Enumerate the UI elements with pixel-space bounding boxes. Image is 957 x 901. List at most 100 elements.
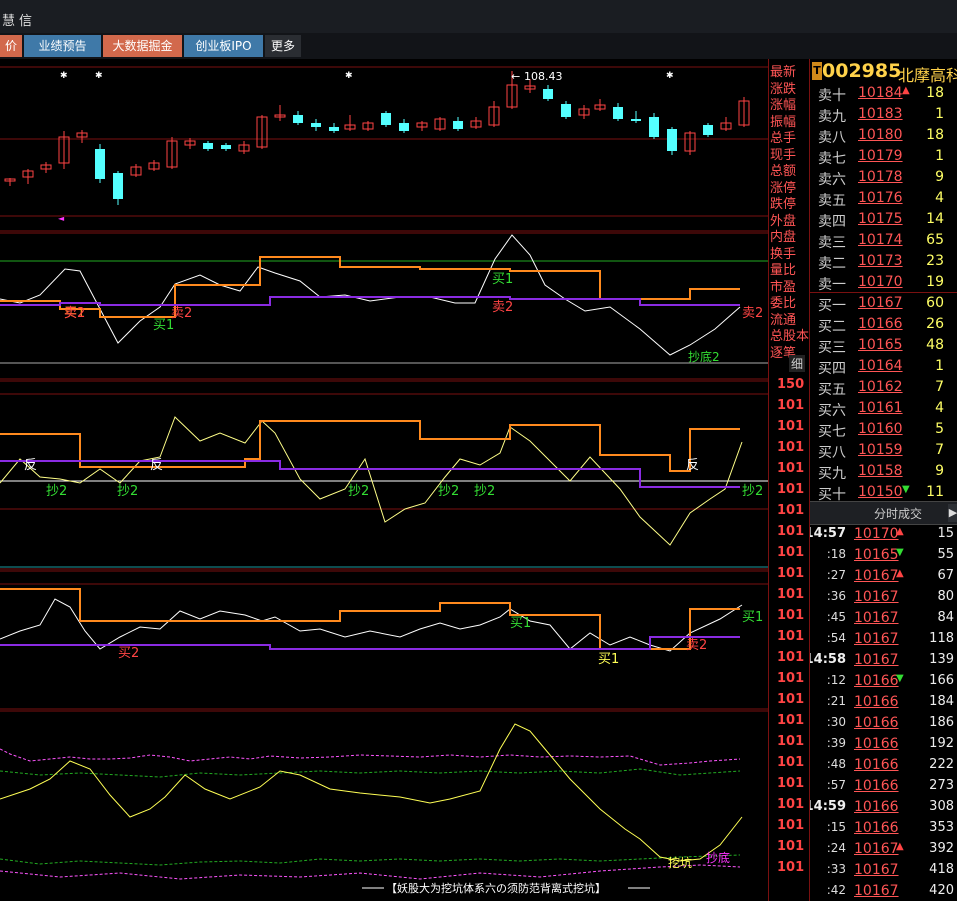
tick-row[interactable]: :18 10165 ▼ 55: [810, 545, 957, 566]
sell-order-price[interactable]: 10175: [858, 211, 903, 227]
sell-order-row[interactable]: 卖一 10170 19: [810, 272, 957, 293]
tick-row[interactable]: 14:58 10167 139: [810, 650, 957, 671]
buy-order-row[interactable]: 买四 10164 1: [810, 356, 957, 377]
buy-order-price[interactable]: 10165: [858, 337, 903, 353]
sell-order-row[interactable]: 卖五 10176 4: [810, 188, 957, 209]
buy-order-price[interactable]: 10166: [858, 316, 903, 332]
tab-gem-ipo[interactable]: 创业板IPO: [184, 35, 263, 57]
buy-order-price[interactable]: 10158: [858, 463, 903, 479]
sell-order-row[interactable]: 卖十 10184 ▲ 18: [810, 83, 957, 104]
sell-order-row[interactable]: 卖六 10178 9: [810, 167, 957, 188]
buy-order-row[interactable]: 买九 10158 9: [810, 461, 957, 482]
tick-row[interactable]: :24 10167 ▲ 392: [810, 839, 957, 860]
tick-price[interactable]: 10167: [854, 589, 899, 605]
kline-chart[interactable]: ✱ ✱ ✱ ✱ ← 108.43 ◄ 买1 卖2 卖2 买1 买1 卖2 卖2 抄底2 反 反 反抄2 抄2 抄2 抄2…: [0, 59, 768, 901]
tick-price[interactable]: 10166: [854, 694, 899, 710]
sell-order-row[interactable]: 卖九 10183 1: [810, 104, 957, 125]
tick-row[interactable]: :30 10166 186: [810, 713, 957, 734]
tick-row[interactable]: :36 10167 80: [810, 587, 957, 608]
tick-price[interactable]: 10167: [854, 862, 899, 878]
candle-body[interactable]: [561, 104, 571, 117]
sell-order-row[interactable]: 卖三 10174 65: [810, 230, 957, 251]
sell-order-price[interactable]: 10180: [858, 127, 903, 143]
sell-order-price[interactable]: 10174: [858, 232, 903, 248]
buy-order-row[interactable]: 买五 10162 7: [810, 377, 957, 398]
tick-price[interactable]: 10166: [854, 778, 899, 794]
tick-price[interactable]: 10167: [854, 883, 899, 899]
sell-order-price[interactable]: 10176: [858, 190, 903, 206]
sell-order-row[interactable]: 卖四 10175 14: [810, 209, 957, 230]
candle-body[interactable]: [543, 89, 553, 99]
candle-body[interactable]: [631, 119, 641, 121]
tick-row[interactable]: :45 10167 84: [810, 608, 957, 629]
candle-body[interactable]: [667, 129, 677, 151]
tick-price[interactable]: 10167: [854, 610, 899, 626]
candle-body[interactable]: [381, 113, 391, 125]
candle-body[interactable]: [399, 123, 409, 131]
sell-order-row[interactable]: 卖八 10180 18: [810, 125, 957, 146]
candle-body[interactable]: [453, 121, 463, 129]
tick-price[interactable]: 10167: [854, 841, 899, 857]
sell-order-price[interactable]: 10170: [858, 274, 903, 290]
tick-price[interactable]: 10166: [854, 736, 899, 752]
sell-order-price[interactable]: 10183: [858, 106, 903, 122]
tick-row[interactable]: :27 10167 ▲ 67: [810, 566, 957, 587]
tick-price[interactable]: 10166: [854, 673, 899, 689]
candle-body[interactable]: [329, 127, 339, 131]
tick-row[interactable]: :39 10166 192: [810, 734, 957, 755]
tick-price[interactable]: 10166: [854, 715, 899, 731]
tick-row[interactable]: :48 10166 222: [810, 755, 957, 776]
tick-row[interactable]: :33 10167 418: [810, 860, 957, 881]
buy-order-row[interactable]: 买二 10166 26: [810, 314, 957, 335]
tick-row[interactable]: :54 10167 118: [810, 629, 957, 650]
buy-order-row[interactable]: 买三 10165 48: [810, 335, 957, 356]
candle-body[interactable]: [311, 123, 321, 127]
buy-order-row[interactable]: 买六 10161 4: [810, 398, 957, 419]
candle-body[interactable]: [221, 145, 231, 149]
buy-order-row[interactable]: 买八 10159 7: [810, 440, 957, 461]
buy-order-price[interactable]: 10161: [858, 400, 903, 416]
buy-order-row[interactable]: 买七 10160 5: [810, 419, 957, 440]
buy-order-price[interactable]: 10162: [858, 379, 903, 395]
buy-order-price[interactable]: 10150: [858, 484, 903, 500]
detail-button[interactable]: 细: [789, 355, 806, 372]
tab-price[interactable]: 价: [0, 35, 22, 57]
tick-row[interactable]: :42 10167 420: [810, 881, 957, 901]
tick-price[interactable]: 10166: [854, 757, 899, 773]
candle-body[interactable]: [293, 115, 303, 123]
candle-body[interactable]: [613, 107, 623, 119]
candle-body[interactable]: [113, 173, 123, 199]
tick-row[interactable]: :12 10166 ▼ 166: [810, 671, 957, 692]
candle-body[interactable]: [649, 117, 659, 137]
tick-row[interactable]: 14:57 10170▲ 15: [810, 524, 957, 545]
tab-big-data[interactable]: 大数据掘金: [103, 35, 182, 57]
buy-order-price[interactable]: 10164: [858, 358, 903, 374]
tick-price[interactable]: 10167: [854, 568, 899, 584]
tick-row[interactable]: :15 10166 353: [810, 818, 957, 839]
sell-order-price[interactable]: 10179: [858, 148, 903, 164]
buy-order-price[interactable]: 10159: [858, 442, 903, 458]
tick-price[interactable]: 10167: [854, 631, 899, 647]
tab-earnings-forecast[interactable]: 业绩预告: [24, 35, 101, 57]
tick-price[interactable]: 10166: [854, 820, 899, 836]
tab-more[interactable]: 更多: [265, 35, 301, 57]
sell-order-row[interactable]: 卖七 10179 1: [810, 146, 957, 167]
candle-body[interactable]: [703, 125, 713, 135]
buy-order-price[interactable]: 10160: [858, 421, 903, 437]
tick-row[interactable]: :57 10166 273: [810, 776, 957, 797]
tick-row[interactable]: :21 10166 184: [810, 692, 957, 713]
sell-order-price[interactable]: 10173: [858, 253, 903, 269]
candle-body[interactable]: [203, 143, 213, 149]
tick-price[interactable]: 10170: [854, 526, 899, 542]
tick-row[interactable]: 14:59 10166 308: [810, 797, 957, 818]
expand-arrow-icon[interactable]: ▶: [948, 504, 957, 522]
buy-order-row[interactable]: 买十 10150 ▼ 11: [810, 482, 957, 503]
sell-order-price[interactable]: 10178: [858, 169, 903, 185]
candle-body[interactable]: [95, 149, 105, 179]
sell-order-row[interactable]: 卖二 10173 23: [810, 251, 957, 272]
tick-price[interactable]: 10166: [854, 799, 899, 815]
tick-price[interactable]: 10165: [854, 547, 899, 563]
buy-order-row[interactable]: 买一 10167 60: [810, 293, 957, 314]
buy-order-price[interactable]: 10167: [858, 295, 903, 311]
tick-price[interactable]: 10167: [854, 652, 899, 668]
